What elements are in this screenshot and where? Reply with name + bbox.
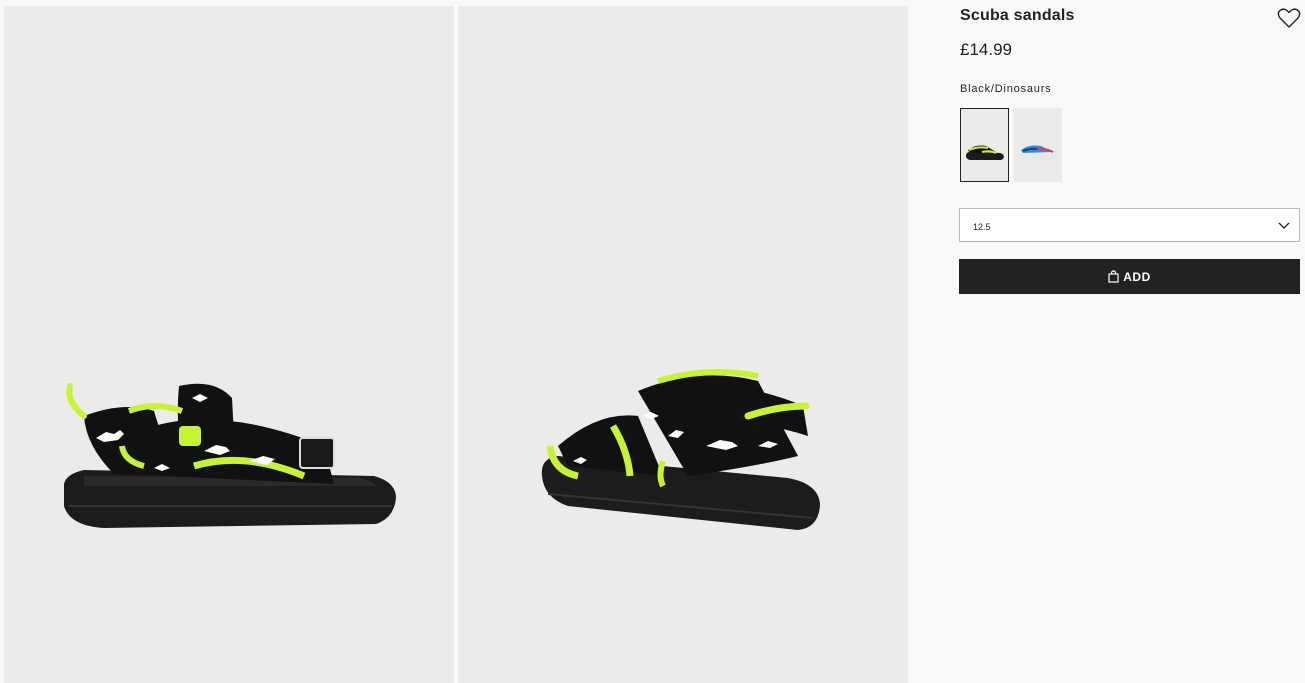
color-swatch-list [960,108,1062,182]
product-info-panel: Scuba sandals £14.99 Black/Dinosaurs 12.… [959,0,1302,294]
add-to-bag-button[interactable]: ADD [959,259,1300,294]
color-swatch-blue[interactable] [1013,108,1062,182]
title-row: Scuba sandals [959,0,1302,32]
product-price: £14.99 [960,40,1012,59]
size-select[interactable]: 12.5 [959,208,1300,242]
size-select-value: 12.5 [973,222,991,232]
color-swatch-black-dinosaurs[interactable] [960,108,1009,182]
selected-color-name: Black/Dinosaurs [960,83,1052,95]
product-image-side-view[interactable] [4,6,454,683]
product-image-gallery [4,6,908,683]
add-button-label: ADD [1123,269,1151,284]
sandal-side-illustration [64,383,396,528]
chevron-down-icon [1278,222,1290,229]
sandal-back-illustration [541,369,820,530]
product-page: Scuba sandals £14.99 Black/Dinosaurs 12.… [0,0,1305,683]
swatch-sandal-thumbnail [966,145,1004,160]
product-title: Scuba sandals [960,7,1075,24]
shopping-bag-icon [1108,270,1119,283]
heart-icon [1277,8,1301,28]
favorite-button[interactable] [1276,6,1302,30]
product-image-back-view[interactable] [458,6,908,683]
swatch-sandal-thumbnail [1019,145,1059,160]
